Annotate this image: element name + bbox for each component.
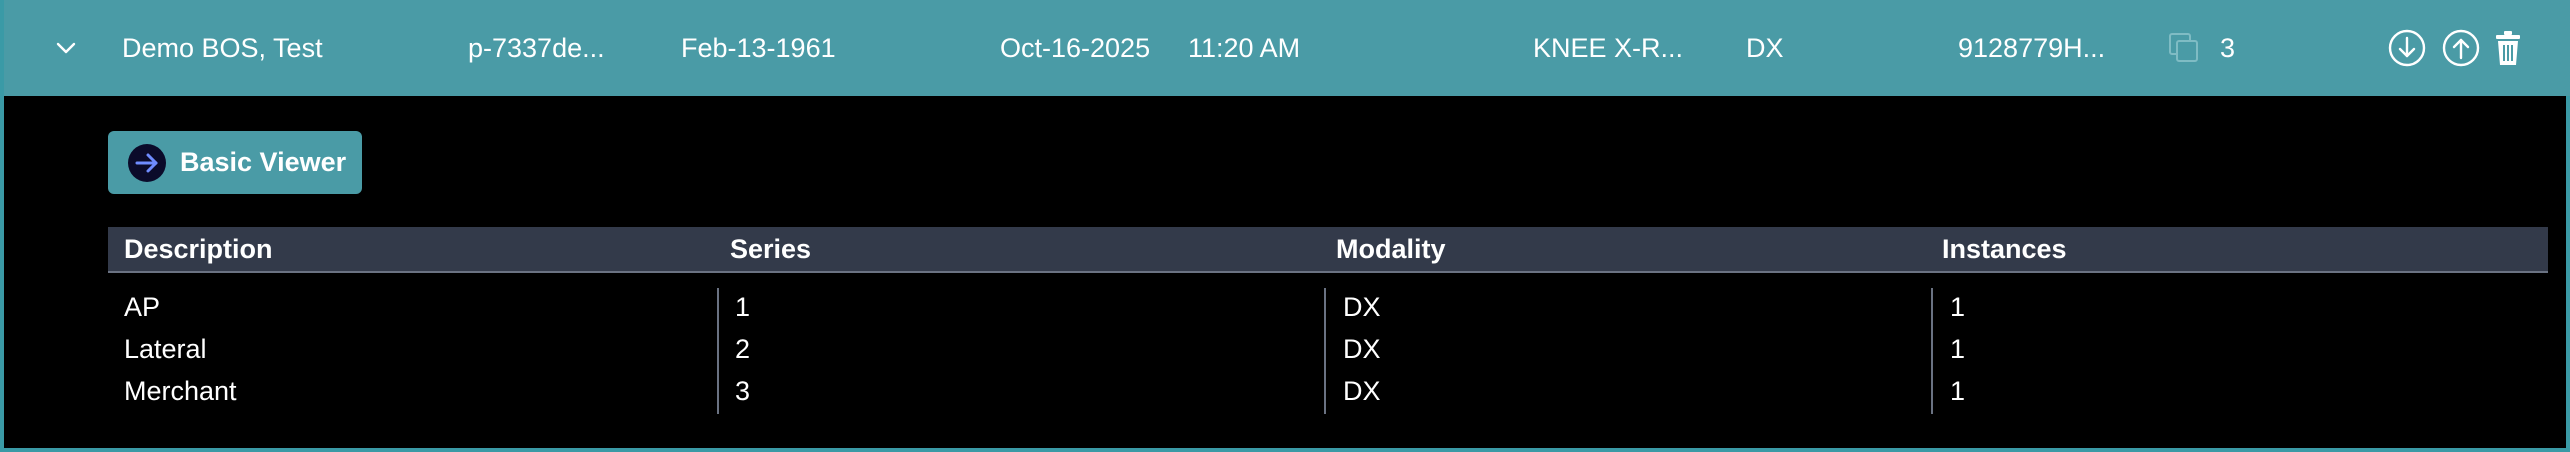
- cell-modality: DX: [1343, 376, 1381, 406]
- study-row[interactable]: Demo BOS, Test p-7337de... Feb-13-1961 O…: [4, 0, 2570, 96]
- cell-series: 2: [735, 334, 751, 364]
- upload-icon[interactable]: [2441, 28, 2481, 68]
- table-row[interactable]: Lateral 2 DX 1: [108, 328, 2548, 370]
- download-icon[interactable]: [2387, 28, 2427, 68]
- cell-description: Lateral: [124, 334, 207, 364]
- cell-instances: 1: [1950, 376, 1966, 406]
- cell-series: 3: [735, 376, 751, 406]
- basic-viewer-button[interactable]: Basic Viewer: [108, 131, 362, 194]
- table-row[interactable]: Merchant 3 DX 1: [108, 370, 2548, 412]
- patient-name: Demo BOS, Test: [122, 33, 323, 63]
- study-time: 11:20 AM: [1188, 33, 1301, 63]
- cell-instances: 1: [1950, 292, 1966, 322]
- cell-instances: 1: [1950, 334, 1966, 364]
- trash-icon[interactable]: [2488, 28, 2528, 68]
- patient-mrn: p-7337de...: [468, 33, 605, 63]
- instance-count: 3: [2220, 33, 2236, 63]
- study-panel: Demo BOS, Test p-7337de... Feb-13-1961 O…: [0, 0, 2570, 452]
- cell-modality: DX: [1343, 292, 1381, 322]
- stack-icon: [2169, 33, 2198, 62]
- header-instances: Instances: [1942, 234, 2067, 264]
- column-divider: [1324, 288, 1326, 414]
- header-modality: Modality: [1336, 234, 1446, 264]
- cell-series: 1: [735, 292, 751, 322]
- study-date: Oct-16-2025: [1000, 33, 1151, 63]
- accession-number: 9128779H...: [1958, 33, 2106, 63]
- table-row[interactable]: AP 1 DX 1: [108, 286, 2548, 328]
- patient-dob: Feb-13-1961: [681, 33, 836, 63]
- header-description: Description: [124, 234, 273, 264]
- column-divider: [1931, 288, 1933, 414]
- study-description: KNEE X-R...: [1533, 33, 1684, 63]
- cell-modality: DX: [1343, 334, 1381, 364]
- study-modality: DX: [1746, 33, 1784, 63]
- table-header: Description Series Modality Instances: [108, 227, 2548, 273]
- basic-viewer-label: Basic Viewer: [180, 147, 347, 177]
- cell-description: AP: [124, 292, 161, 322]
- cell-description: Merchant: [124, 376, 237, 406]
- header-series: Series: [730, 234, 812, 264]
- column-divider: [717, 288, 719, 414]
- arrow-right-icon: [128, 144, 166, 182]
- chevron-down-icon[interactable]: [52, 34, 80, 62]
